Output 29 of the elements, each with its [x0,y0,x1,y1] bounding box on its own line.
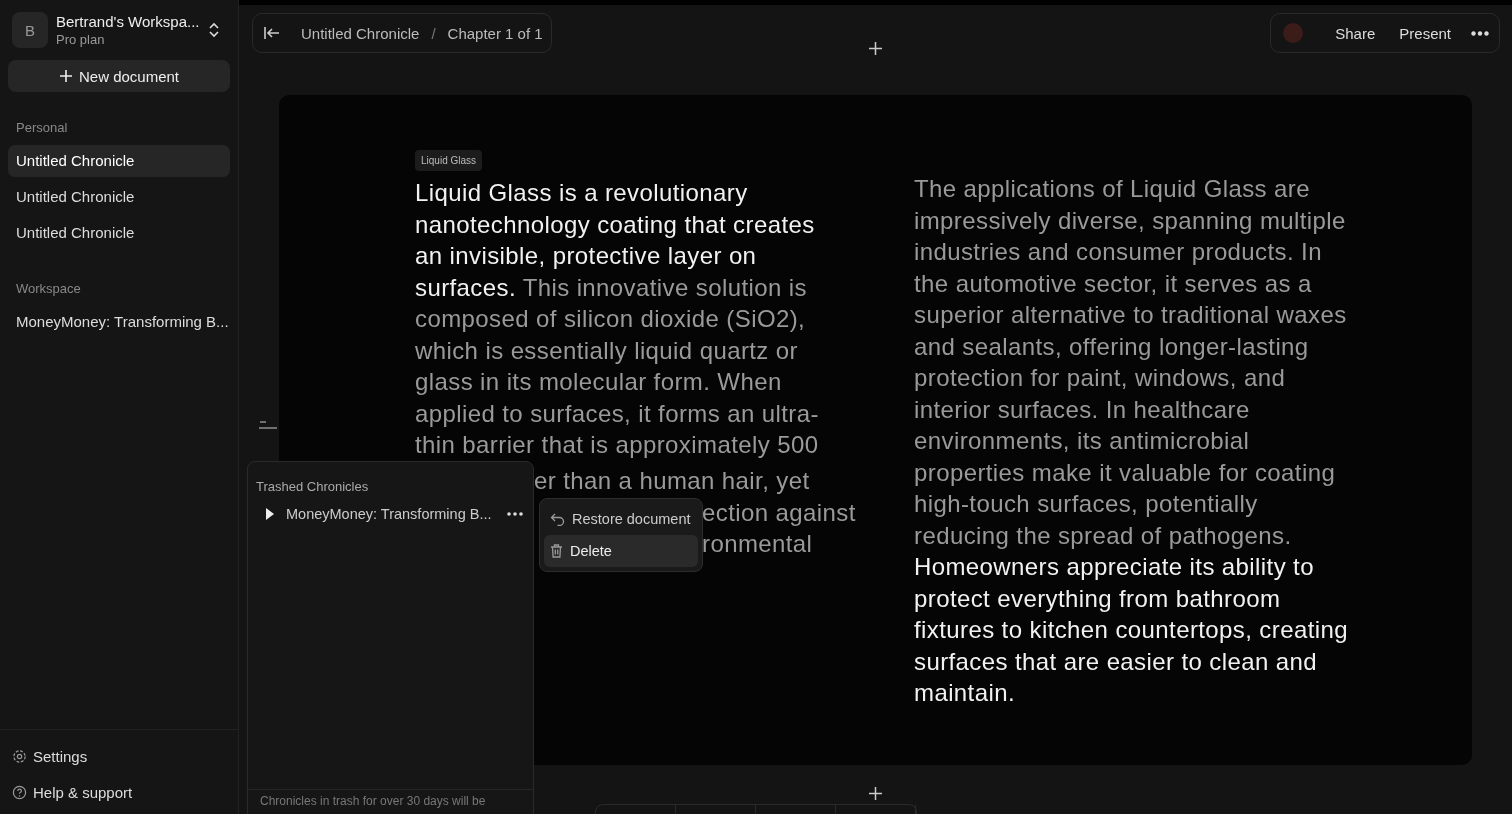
sidebar-link[interactable]: Settings [12,738,226,774]
action-button[interactable]: Share [1331,24,1380,42]
link-label: Help & support [33,783,133,801]
breadcrumb-link[interactable]: Untitled Chronicle [301,24,420,42]
menu-item[interactable]: Restore document [544,503,698,535]
sidebar-link[interactable]: Help & support [12,774,226,810]
sidebar-item[interactable]: Untitled Chronicle [8,217,230,249]
paragraph-fragment: ronmental [702,529,813,559]
trash-item[interactable]: MoneyMoney: Transforming B... [286,506,495,522]
menu-item[interactable]: Delete [544,535,698,567]
sidebar-item[interactable]: Untitled Chronicle [8,145,230,177]
section-heading: Personal [15,119,69,137]
paragraph-fragment: ection against [702,498,856,528]
panel-title: Trashed Chronicles [255,478,370,496]
trash-note: Chronicles in trash for over 30 days will be [248,789,533,814]
link-label: Settings [33,747,88,765]
breadcrumb-separator: / [431,24,436,42]
action-button[interactable]: Present [1395,24,1455,42]
section-heading: Workspace [15,280,82,298]
sidebar-item[interactable]: MoneyMoney: Transforming B... [8,306,230,338]
workspace-avatar: B [12,12,48,48]
sidebar-item[interactable]: Untitled Chronicle [8,181,230,213]
workspace-name[interactable]: Bertrand's Workspa... [56,13,200,30]
new-document-button[interactable]: New document [8,60,230,92]
paragraph-fragment: er than a human hair, yet [534,466,810,496]
breadcrumb-link[interactable]: Chapter 1 of 1 [447,24,543,42]
tag-label: Liquid Glass [415,150,483,171]
paragraph: The applications of Liquid Glass are impressively diverse, spanning multiple industries and consumer products. In the automotive sector, it serves as a superior alternative to traditional waxes and sealants, offering longer-lasting protection for paint, windows, and interior surfaces. In healthcare environments, its antimicrobial properties make it valuable for coating high-touch surfaces, potentially reducing the spread of pathogens. Homeowners appreciate its ability to protect everything from bathroom fixtures to kitchen countertops, creating surfaces that are easier to clean and maintain. [914,174,1349,708]
plan-label: Pro plan [56,32,106,47]
